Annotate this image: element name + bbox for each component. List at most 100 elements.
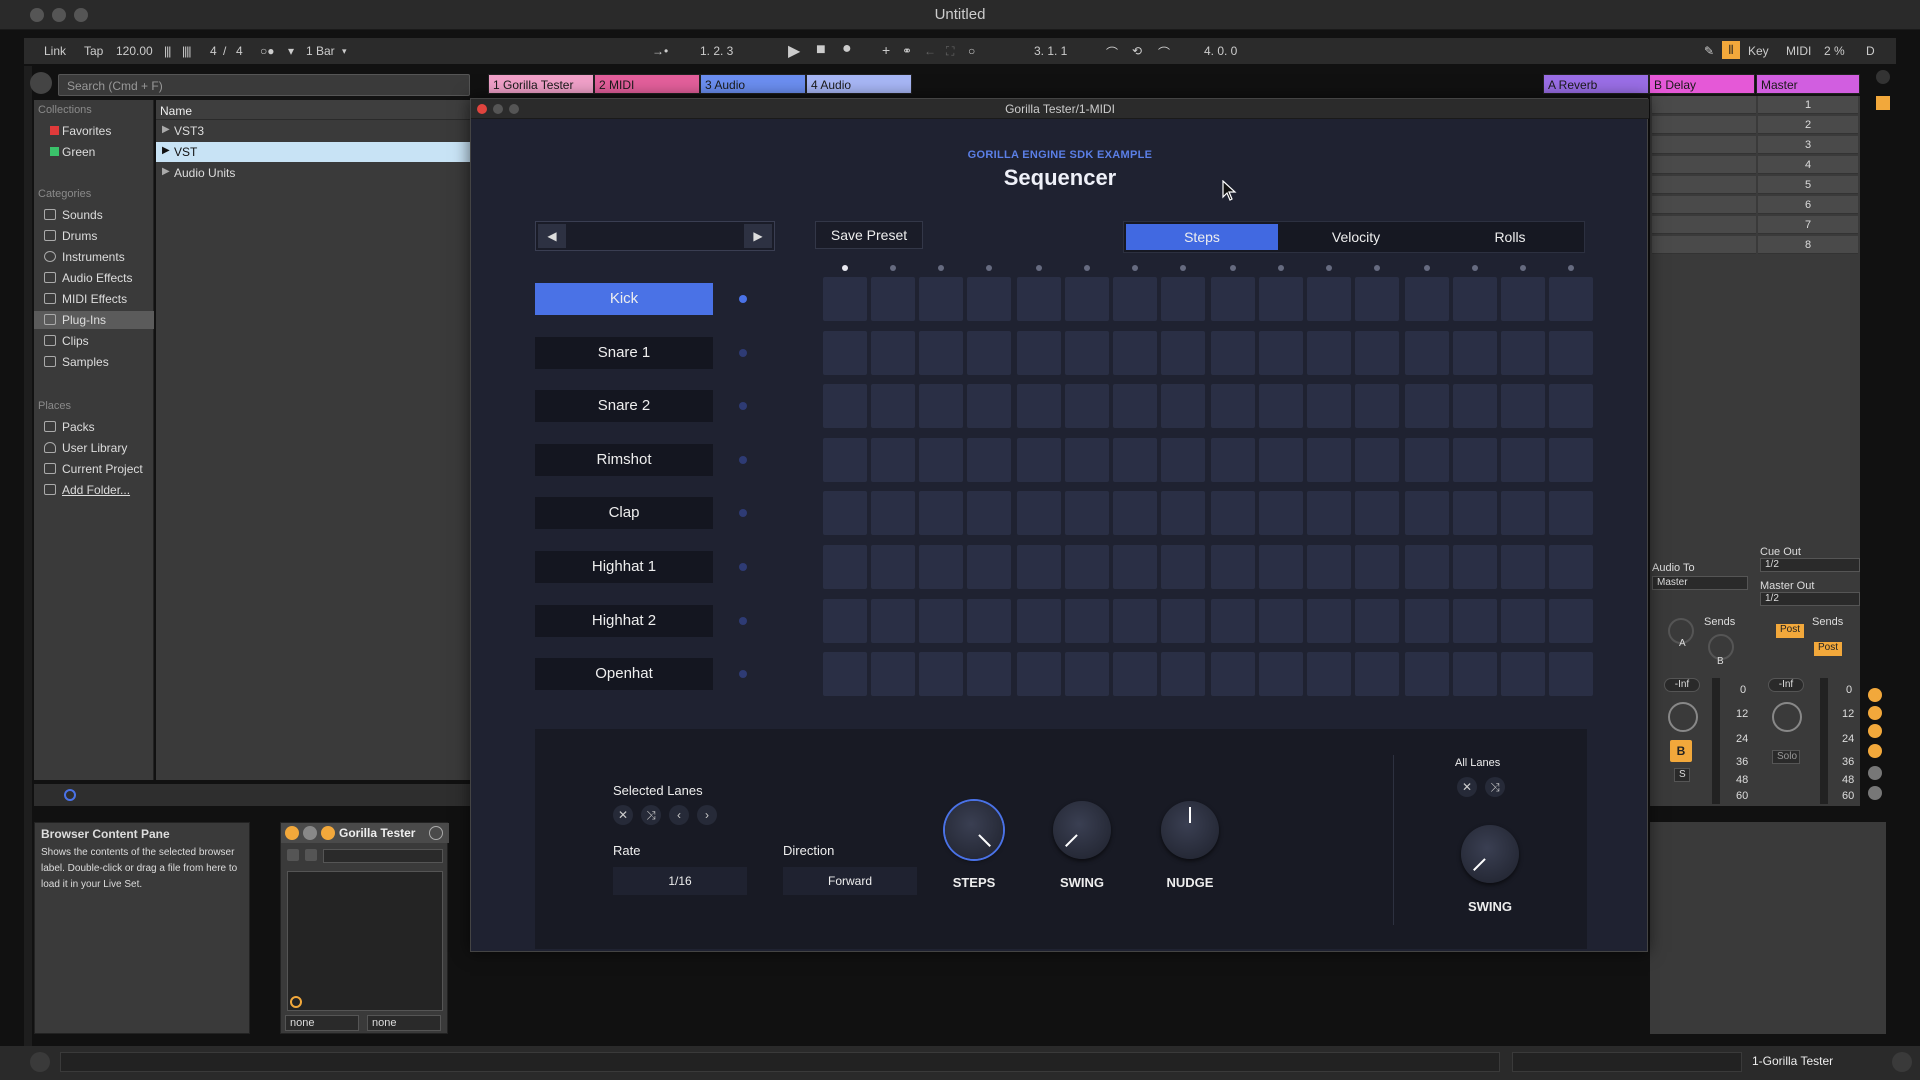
step-cell[interactable] xyxy=(1259,437,1303,482)
tab-velocity[interactable]: Velocity xyxy=(1280,224,1432,250)
step-cell[interactable] xyxy=(1113,384,1157,429)
step-cell[interactable] xyxy=(1549,598,1593,643)
all-swing-knob[interactable] xyxy=(1461,825,1519,883)
tab-rolls[interactable]: Rolls xyxy=(1434,224,1586,250)
lane-button[interactable]: Clap xyxy=(535,497,713,530)
arrangement-position[interactable]: 1. 2. 3 xyxy=(700,44,733,58)
midi-channel-select[interactable]: none xyxy=(367,1015,441,1031)
step-cell[interactable] xyxy=(1405,437,1449,482)
step-cell[interactable] xyxy=(967,384,1011,429)
step-cell[interactable] xyxy=(871,491,915,536)
clip-slot[interactable] xyxy=(1652,156,1756,174)
stop-button[interactable]: ■ xyxy=(816,41,826,59)
play-button[interactable]: ▶ xyxy=(788,41,800,61)
track-header-a-reverb[interactable]: A Reverb xyxy=(1543,74,1649,94)
session-record-icon[interactable]: ○ xyxy=(968,44,975,58)
step-cell[interactable] xyxy=(1065,277,1109,321)
step-cell[interactable] xyxy=(1501,330,1545,375)
step-cell[interactable] xyxy=(1453,491,1497,536)
step-cell[interactable] xyxy=(1065,437,1109,482)
clip-slot[interactable] xyxy=(1652,196,1756,214)
nudge-down-icon[interactable]: ||| xyxy=(164,44,171,58)
clip-slot[interactable] xyxy=(1652,216,1756,234)
expand-triangle-icon[interactable]: ▶ xyxy=(162,145,170,156)
name-column-header[interactable]: Name xyxy=(156,100,470,120)
step-cell[interactable] xyxy=(871,437,915,482)
step-cell[interactable] xyxy=(1307,437,1351,482)
post-toggle[interactable]: Post xyxy=(1814,642,1843,656)
master-solo-button[interactable]: Solo xyxy=(1772,750,1800,764)
step-cell[interactable] xyxy=(919,545,963,589)
step-cell[interactable] xyxy=(1113,330,1157,375)
save-preset-button[interactable]: Save Preset xyxy=(815,221,923,249)
step-cell[interactable] xyxy=(1259,277,1303,321)
step-cell[interactable] xyxy=(1355,384,1399,429)
lane-button[interactable]: Snare 2 xyxy=(535,390,713,423)
step-cell[interactable] xyxy=(1405,652,1449,697)
step-cell[interactable] xyxy=(1549,491,1593,536)
step-cell[interactable] xyxy=(967,598,1011,643)
quantize-chevron-icon[interactable]: ▾ xyxy=(342,46,347,57)
category-sounds[interactable]: Sounds xyxy=(42,206,152,224)
loop-start-field[interactable]: 3. 1. 1 xyxy=(1034,44,1067,58)
step-cell[interactable] xyxy=(1065,598,1109,643)
step-cell[interactable] xyxy=(919,330,963,375)
track-header-1[interactable]: 1 Gorilla Tester xyxy=(488,74,594,94)
place-packs[interactable]: Packs xyxy=(42,418,152,436)
tempo-field[interactable]: 120.00 xyxy=(116,44,153,58)
info-toggle-icon[interactable] xyxy=(30,1052,50,1072)
category-samples[interactable]: Samples xyxy=(42,353,152,371)
master-volume-readout[interactable]: -Inf xyxy=(1768,678,1804,692)
step-cell[interactable] xyxy=(1501,491,1545,536)
post-toggle[interactable]: Post xyxy=(1776,624,1805,638)
follow-icon[interactable]: →• xyxy=(652,44,668,58)
mixer-toggle-icon[interactable] xyxy=(1868,744,1882,758)
step-cell[interactable] xyxy=(823,277,867,321)
step-cell[interactable] xyxy=(1161,330,1205,375)
solo-button[interactable]: S xyxy=(1674,768,1690,782)
pan-knob[interactable] xyxy=(1668,702,1698,732)
sends-toggle-icon[interactable] xyxy=(1868,706,1882,720)
step-cell[interactable] xyxy=(1307,652,1351,697)
automation-arm-icon[interactable]: ⚭ xyxy=(902,44,912,58)
step-cell[interactable] xyxy=(871,545,915,589)
session-view-icon[interactable] xyxy=(1876,96,1890,110)
step-cell[interactable] xyxy=(1405,384,1449,429)
step-cell[interactable] xyxy=(1161,652,1205,697)
step-cell[interactable] xyxy=(1065,330,1109,375)
punch-in-icon[interactable]: ⌒ xyxy=(1106,44,1118,61)
device-knob-icon[interactable] xyxy=(290,996,302,1008)
plugin-expand-icon[interactable] xyxy=(287,849,299,861)
step-cell[interactable] xyxy=(1161,384,1205,429)
scene-7[interactable]: 7 xyxy=(1758,216,1858,234)
file-row-vst3[interactable]: ▶ VST3 xyxy=(156,121,470,141)
metronome-menu-icon[interactable]: ▾ xyxy=(288,44,294,58)
step-cell[interactable] xyxy=(1017,652,1061,697)
browser-toggle-icon[interactable] xyxy=(30,72,52,94)
step-cell[interactable] xyxy=(1065,384,1109,429)
clip-slot[interactable] xyxy=(1652,116,1756,134)
device-hotswap-icon[interactable] xyxy=(429,826,443,840)
metronome-icon[interactable]: ○● xyxy=(260,44,275,58)
category-audio-effects[interactable]: Audio Effects xyxy=(42,269,152,287)
lane-button[interactable]: Highhat 1 xyxy=(535,551,713,583)
place-current-project[interactable]: Current Project xyxy=(42,460,152,478)
step-cell[interactable] xyxy=(967,491,1011,536)
audio-to-select[interactable]: Master xyxy=(1652,576,1748,590)
save-icon[interactable] xyxy=(305,849,317,861)
step-cell[interactable] xyxy=(1453,652,1497,697)
step-cell[interactable] xyxy=(871,384,915,429)
overdub-icon[interactable]: + xyxy=(882,42,890,58)
computer-midi-keyboard-icon[interactable]: ⦀ xyxy=(1722,41,1740,59)
place-user-library[interactable]: User Library xyxy=(42,439,152,457)
preview-icon[interactable] xyxy=(64,789,76,801)
delay-toggle-icon[interactable] xyxy=(1868,786,1882,800)
step-cell[interactable] xyxy=(1211,598,1255,643)
view-toggle-icon[interactable] xyxy=(1876,70,1890,84)
category-clips[interactable]: Clips xyxy=(42,332,152,350)
shift-right-icon[interactable]: › xyxy=(697,805,717,825)
next-preset-button[interactable]: ▶ xyxy=(744,224,772,248)
step-cell[interactable] xyxy=(1453,437,1497,482)
step-cell[interactable] xyxy=(1113,598,1157,643)
step-cell[interactable] xyxy=(871,330,915,375)
